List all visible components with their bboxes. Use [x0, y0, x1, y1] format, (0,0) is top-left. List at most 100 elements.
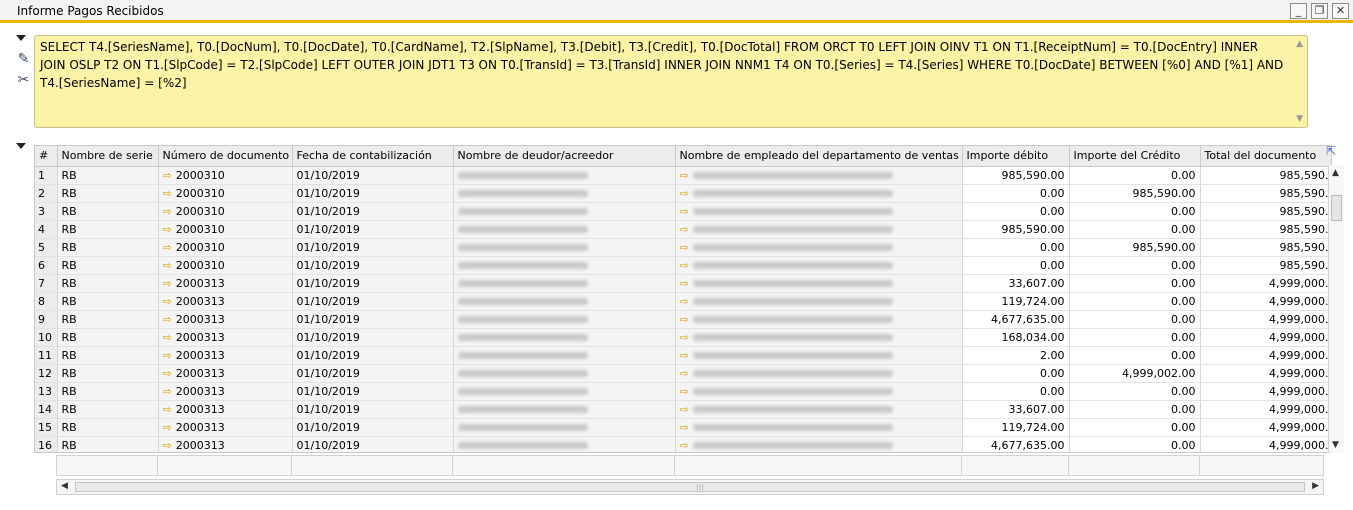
link-arrow-icon[interactable]: ⇨: [163, 439, 172, 452]
hscroll-thumb[interactable]: ⁞⁞⁞: [75, 482, 1305, 492]
scroll-up-icon[interactable]: ▲: [1332, 168, 1339, 178]
link-arrow-icon[interactable]: ⇨: [680, 349, 689, 362]
column-header[interactable]: Nombre de serie: [57, 146, 159, 167]
table-row[interactable]: 2 RB ⇨ 2000310 01/10/2019 ⇨ 0.00 985,590.00 985,…: [35, 184, 1331, 203]
doc-number-cell[interactable]: ⇨ 2000313: [158, 418, 293, 437]
table-row[interactable]: 13 RB ⇨ 2000313 01/10/2019 ⇨ 0.00 0.00 4,999,000…: [35, 382, 1331, 401]
table-row[interactable]: 4 RB ⇨ 2000310 01/10/2019 ⇨ 985,590.00 0.00 985,…: [35, 220, 1331, 239]
collapse-grid-icon[interactable]: [16, 143, 26, 149]
sales-employee-cell[interactable]: ⇨: [675, 202, 963, 221]
pencil-icon[interactable]: ✎: [15, 51, 32, 68]
doc-number-cell[interactable]: ⇨ 2000313: [158, 436, 293, 452]
table-row[interactable]: 11 RB ⇨ 2000313 01/10/2019 ⇨ 2.00 0.00 4,999,000…: [35, 346, 1331, 365]
doc-number-cell[interactable]: ⇨ 2000310: [158, 184, 293, 203]
link-arrow-icon[interactable]: ⇨: [680, 241, 689, 254]
link-arrow-icon[interactable]: ⇨: [163, 385, 172, 398]
link-arrow-icon[interactable]: ⇨: [163, 277, 172, 290]
table-row[interactable]: 1 RB ⇨ 2000310 01/10/2019 ⇨ 985,590.00 0.00 985,…: [35, 166, 1331, 185]
doc-number-cell[interactable]: ⇨ 2000313: [158, 346, 293, 365]
sales-employee-cell[interactable]: ⇨: [675, 166, 963, 185]
table-row[interactable]: 16 RB ⇨ 2000313 01/10/2019 ⇨ 4,677,635.00 0.00 4…: [35, 436, 1331, 452]
minimize-button[interactable]: _: [1290, 3, 1307, 19]
sales-employee-cell[interactable]: ⇨: [675, 310, 963, 329]
doc-number-cell[interactable]: ⇨ 2000313: [158, 382, 293, 401]
sales-employee-cell[interactable]: ⇨: [675, 328, 963, 347]
link-arrow-icon[interactable]: ⇨: [680, 403, 689, 416]
link-arrow-icon[interactable]: ⇨: [163, 331, 172, 344]
link-arrow-icon[interactable]: ⇨: [163, 367, 172, 380]
sales-employee-cell[interactable]: ⇨: [675, 256, 963, 275]
query-scroll-up-icon[interactable]: ▲: [1296, 39, 1303, 49]
sales-employee-cell[interactable]: ⇨: [675, 364, 963, 383]
link-arrow-icon[interactable]: ⇨: [163, 313, 172, 326]
table-row[interactable]: 15 RB ⇨ 2000313 01/10/2019 ⇨ 119,724.00 0.00 4,9…: [35, 418, 1331, 437]
column-header[interactable]: Nombre de deudor/acreedor: [453, 146, 676, 167]
link-arrow-icon[interactable]: ⇨: [680, 331, 689, 344]
table-row[interactable]: 8 RB ⇨ 2000313 01/10/2019 ⇨ 119,724.00 0.00 4,99…: [35, 292, 1331, 311]
column-header[interactable]: Fecha de contabilización: [292, 146, 454, 167]
table-row[interactable]: 7 RB ⇨ 2000313 01/10/2019 ⇨ 33,607.00 0.00 4,999…: [35, 274, 1331, 293]
link-arrow-icon[interactable]: ⇨: [680, 421, 689, 434]
sales-employee-cell[interactable]: ⇨: [675, 238, 963, 257]
link-arrow-icon[interactable]: ⇨: [163, 403, 172, 416]
link-arrow-icon[interactable]: ⇨: [680, 367, 689, 380]
column-header[interactable]: Importe débito: [962, 146, 1070, 167]
link-arrow-icon[interactable]: ⇨: [680, 277, 689, 290]
link-arrow-icon[interactable]: ⇨: [680, 223, 689, 236]
link-arrow-icon[interactable]: ⇨: [163, 295, 172, 308]
doc-number-cell[interactable]: ⇨ 2000310: [158, 238, 293, 257]
column-header[interactable]: Nombre de empleado del departamento de v…: [675, 146, 963, 167]
tools-icon[interactable]: ✂: [15, 72, 32, 89]
query-text[interactable]: SELECT T4.[SeriesName], T0.[DocNum], T0.…: [40, 38, 1285, 92]
link-arrow-icon[interactable]: ⇨: [163, 187, 172, 200]
maximize-button[interactable]: ❐: [1311, 3, 1328, 19]
table-row[interactable]: 6 RB ⇨ 2000310 01/10/2019 ⇨ 0.00 0.00 985,590.0: [35, 256, 1331, 275]
link-arrow-icon[interactable]: ⇨: [680, 295, 689, 308]
table-row[interactable]: 3 RB ⇨ 2000310 01/10/2019 ⇨ 0.00 0.00 985,590.0: [35, 202, 1331, 221]
doc-number-cell[interactable]: ⇨ 2000310: [158, 256, 293, 275]
horizontal-scrollbar[interactable]: ◀ ⁞⁞⁞ ▶: [56, 479, 1324, 495]
column-header[interactable]: Importe del Crédito: [1069, 146, 1201, 167]
table-row[interactable]: 10 RB ⇨ 2000313 01/10/2019 ⇨ 168,034.00 0.00 4,9…: [35, 328, 1331, 347]
sales-employee-cell[interactable]: ⇨: [675, 400, 963, 419]
column-header[interactable]: Número de documento: [158, 146, 293, 167]
link-arrow-icon[interactable]: ⇨: [680, 259, 689, 272]
link-arrow-icon[interactable]: ⇨: [163, 205, 172, 218]
close-button[interactable]: ✕: [1332, 3, 1349, 19]
link-arrow-icon[interactable]: ⇨: [163, 223, 172, 236]
scroll-thumb[interactable]: [1331, 195, 1342, 221]
doc-number-cell[interactable]: ⇨ 2000313: [158, 328, 293, 347]
scroll-down-icon[interactable]: ▼: [1332, 440, 1339, 450]
doc-number-cell[interactable]: ⇨ 2000310: [158, 220, 293, 239]
link-arrow-icon[interactable]: ⇨: [680, 187, 689, 200]
doc-number-cell[interactable]: ⇨ 2000313: [158, 310, 293, 329]
link-arrow-icon[interactable]: ⇨: [163, 259, 172, 272]
doc-number-cell[interactable]: ⇨ 2000310: [158, 202, 293, 221]
link-arrow-icon[interactable]: ⇨: [163, 421, 172, 434]
table-row[interactable]: 12 RB ⇨ 2000313 01/10/2019 ⇨ 0.00 4,999,002.00 4…: [35, 364, 1331, 383]
collapse-query-icon[interactable]: [16, 35, 26, 41]
link-arrow-icon[interactable]: ⇨: [680, 205, 689, 218]
link-arrow-icon[interactable]: ⇨: [163, 241, 172, 254]
sales-employee-cell[interactable]: ⇨: [675, 184, 963, 203]
table-row[interactable]: 5 RB ⇨ 2000310 01/10/2019 ⇨ 0.00 985,590.00 985,…: [35, 238, 1331, 257]
doc-number-cell[interactable]: ⇨ 2000313: [158, 364, 293, 383]
sales-employee-cell[interactable]: ⇨: [675, 382, 963, 401]
sales-employee-cell[interactable]: ⇨: [675, 346, 963, 365]
link-arrow-icon[interactable]: ⇨: [680, 439, 689, 452]
sales-employee-cell[interactable]: ⇨: [675, 274, 963, 293]
expand-icon[interactable]: ⇱: [1326, 145, 1338, 157]
link-arrow-icon[interactable]: ⇨: [163, 349, 172, 362]
sales-employee-cell[interactable]: ⇨: [675, 436, 963, 452]
doc-number-cell[interactable]: ⇨ 2000313: [158, 400, 293, 419]
doc-number-cell[interactable]: ⇨ 2000310: [158, 166, 293, 185]
sales-employee-cell[interactable]: ⇨: [675, 220, 963, 239]
query-scroll-down-icon[interactable]: ▼: [1296, 114, 1303, 124]
table-row[interactable]: 14 RB ⇨ 2000313 01/10/2019 ⇨ 33,607.00 0.00 4,99…: [35, 400, 1331, 419]
link-arrow-icon[interactable]: ⇨: [680, 169, 689, 182]
vertical-scrollbar[interactable]: ▲ ▼: [1328, 165, 1344, 453]
sales-employee-cell[interactable]: ⇨: [675, 418, 963, 437]
table-row[interactable]: 9 RB ⇨ 2000313 01/10/2019 ⇨ 4,677,635.00 0.00 4,…: [35, 310, 1331, 329]
doc-number-cell[interactable]: ⇨ 2000313: [158, 274, 293, 293]
sales-employee-cell[interactable]: ⇨: [675, 292, 963, 311]
